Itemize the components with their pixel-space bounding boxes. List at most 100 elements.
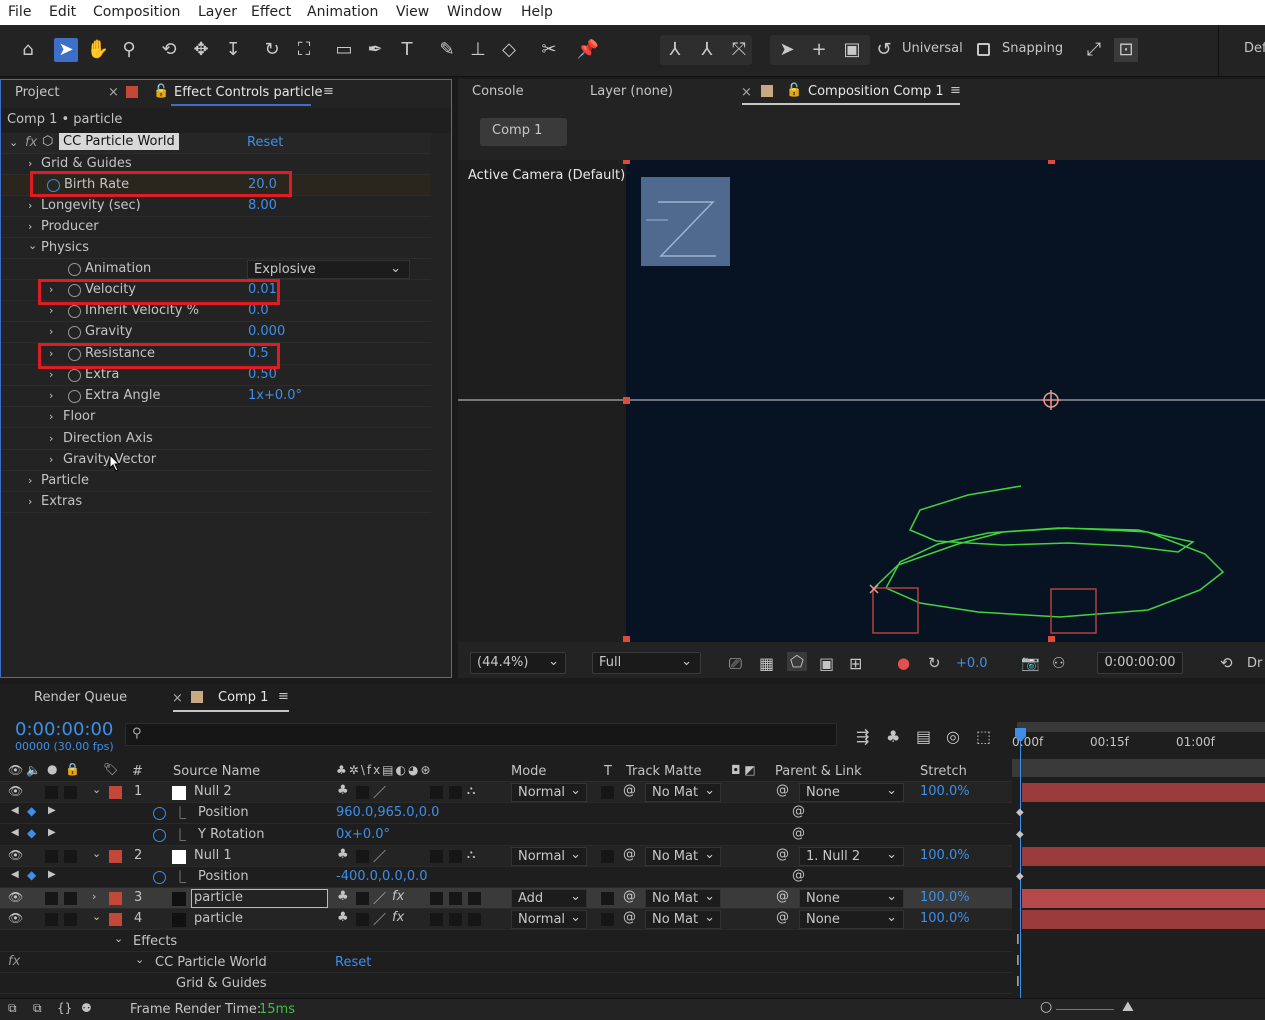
panel-menu-icon[interactable]: ≡ (323, 84, 334, 99)
switch-box[interactable] (468, 892, 481, 905)
switch-box[interactable] (356, 913, 369, 926)
extra-value[interactable]: 0.50 (248, 367, 277, 382)
close-icon[interactable]: × (172, 691, 183, 706)
parent-dropdown[interactable]: None ⌄ (799, 889, 904, 908)
track-matte-dropdown[interactable]: No Mat ⌄ (645, 910, 721, 929)
track-matte-dropdown[interactable]: No Mat ⌄ (645, 847, 721, 866)
prop-row-extra-angle[interactable]: › Extra Angle 1x+0.0° (1, 386, 431, 407)
effect-row-grid-guides[interactable]: Grid & Guides (0, 973, 1012, 994)
scale-gizmo-icon[interactable]: ▣ (840, 38, 864, 62)
stopwatch-icon[interactable] (68, 390, 81, 403)
close-icon[interactable]: × (741, 85, 752, 100)
prop-row-floor[interactable]: › Floor (1, 407, 431, 428)
pan-camera-icon[interactable]: ✥ (189, 38, 213, 62)
parent-dropdown[interactable]: 1. Null 2 ⌄ (799, 847, 904, 866)
pickwhip-icon[interactable]: @ (623, 847, 636, 862)
label-tag-icon[interactable]: 🏷 (103, 762, 118, 776)
preserve-transparency-toggle[interactable] (601, 892, 614, 905)
chevron-right-icon[interactable]: › (49, 453, 53, 466)
pickwhip-icon[interactable]: @ (776, 847, 789, 862)
mode-dropdown[interactable]: Normal ⌄ (511, 910, 587, 929)
solo-icon[interactable]: ● (47, 762, 57, 776)
prop-row-gravity-vector[interactable]: › Gravity Vector (1, 450, 431, 471)
layer-bar[interactable] (1022, 910, 1265, 929)
stopwatch-icon[interactable] (68, 326, 81, 339)
keyframe-icon[interactable]: ◆ (27, 804, 36, 818)
comp-flowchart-button[interactable]: Comp 1 (480, 118, 567, 146)
effect-name[interactable]: CC Particle World (59, 133, 179, 150)
tab-render-queue[interactable]: Render Queue (34, 690, 127, 705)
frame-blending-icon[interactable]: ▤ (916, 727, 931, 746)
eye-icon[interactable]: 👁 (8, 763, 23, 777)
longevity-value[interactable]: 8.00 (248, 198, 277, 213)
transfer-controls-icon[interactable]: {} (57, 1001, 72, 1015)
next-keyframe-icon[interactable]: ▶ (48, 827, 56, 838)
effects-group-row[interactable]: ⌄ Effects (0, 931, 1012, 952)
switch-box[interactable] (356, 850, 369, 863)
stopwatch-icon[interactable] (153, 807, 166, 820)
comp-settings-icon[interactable]: ⧉ (8, 1001, 17, 1016)
position-value[interactable]: 960.0,965.0,0.0 (336, 805, 439, 820)
orbit-camera-icon[interactable]: ⟲ (157, 38, 181, 62)
solo-toggle[interactable] (45, 850, 58, 863)
pickwhip-icon[interactable]: @ (792, 804, 805, 819)
eye-icon[interactable]: 👁 (8, 911, 23, 925)
quality-icon[interactable]: ／ (373, 888, 386, 907)
tab-timeline-comp[interactable]: Comp 1 (218, 690, 268, 705)
zoom-slider[interactable] (1056, 1009, 1114, 1010)
label-color[interactable] (109, 850, 122, 863)
panel-menu-icon[interactable]: ≡ (950, 83, 961, 98)
solo-toggle[interactable] (45, 786, 58, 799)
rotate-tool-icon[interactable]: ↻ (260, 38, 284, 62)
show-snapshot-icon[interactable]: ⚇ (1052, 654, 1065, 672)
solo-toggle[interactable] (45, 892, 58, 905)
chevron-down-icon[interactable]: ⌄ (114, 932, 123, 945)
shy-switch-icon[interactable]: ♣ (337, 783, 349, 798)
pickwhip-icon[interactable]: @ (623, 889, 636, 904)
mask-visibility-icon[interactable]: ⬠ (787, 652, 807, 671)
switch-box[interactable] (356, 786, 369, 799)
shy-switch-icon[interactable]: ♣ (337, 847, 349, 862)
graph-icon[interactable]: ⎿ (174, 868, 186, 885)
lock-toggle[interactable] (64, 913, 77, 926)
home-icon[interactable]: ⌂ (16, 38, 40, 62)
menu-window[interactable]: Window (447, 4, 502, 20)
position-gizmo-icon[interactable]: + (807, 38, 831, 62)
preserve-transparency-toggle[interactable] (601, 786, 614, 799)
switch-box[interactable] (430, 913, 443, 926)
view-axis-icon[interactable]: ⤧ (727, 38, 751, 62)
tab-project[interactable]: Project (15, 85, 59, 100)
reset-link[interactable]: Reset (335, 955, 371, 970)
prev-keyframe-icon[interactable]: ◀ (11, 827, 19, 838)
switch-box[interactable] (356, 892, 369, 905)
switch-box[interactable] (468, 913, 481, 926)
resolution-dropdown[interactable]: Full ⌄ (592, 652, 701, 674)
layer-bar[interactable] (1022, 783, 1265, 802)
label-color[interactable] (109, 913, 122, 926)
prop-row-direction-axis[interactable]: › Direction Axis (1, 429, 431, 450)
prev-keyframe-icon[interactable]: ◀ (11, 805, 19, 816)
lock-icon[interactable]: 🔓 (786, 83, 802, 98)
zoom-dropdown[interactable]: (44.4%) ⌄ (470, 652, 566, 674)
chevron-down-icon[interactable]: ⌄ (92, 783, 101, 796)
chevron-right-icon[interactable]: › (28, 220, 32, 233)
comp-mini-flowchart-icon[interactable]: ⇶ (856, 727, 869, 746)
prop-row-extras[interactable]: › Extras (1, 492, 431, 513)
switch-box[interactable] (430, 892, 443, 905)
layer-row-3[interactable]: 👁 › 3 particle ♣ ／ fx Add ⌄ @ No Mat ⌄ @ N… (0, 888, 1012, 909)
motion-blur-footer-icon[interactable]: ⚉ (81, 1001, 92, 1015)
menu-edit[interactable]: Edit (49, 4, 76, 20)
chevron-right-icon[interactable]: › (49, 410, 53, 423)
chevron-down-icon[interactable]: ⌄ (28, 239, 37, 252)
layer-row-4[interactable]: 👁 ⌄ 4 particle ♣ ／ fx Normal ⌄ @ No Mat ⌄ … (0, 909, 1012, 930)
pan-behind-icon[interactable]: ⛶ (292, 38, 316, 62)
layer-name[interactable]: Null 1 (194, 848, 232, 863)
shy-switch-icon[interactable]: ♣ (337, 889, 349, 904)
lock-toggle[interactable] (64, 892, 77, 905)
prop-row-position[interactable]: ◀ ◆ ▶ ⎿ Position 960.0,965.0,0.0 @ (0, 803, 1012, 824)
menu-view[interactable]: View (396, 4, 429, 20)
stretch-value[interactable]: 100.0% (920, 848, 970, 863)
pickwhip-icon[interactable]: @ (792, 826, 805, 841)
menu-file[interactable]: File (8, 4, 31, 20)
stretch-value[interactable]: 100.0% (920, 784, 970, 799)
